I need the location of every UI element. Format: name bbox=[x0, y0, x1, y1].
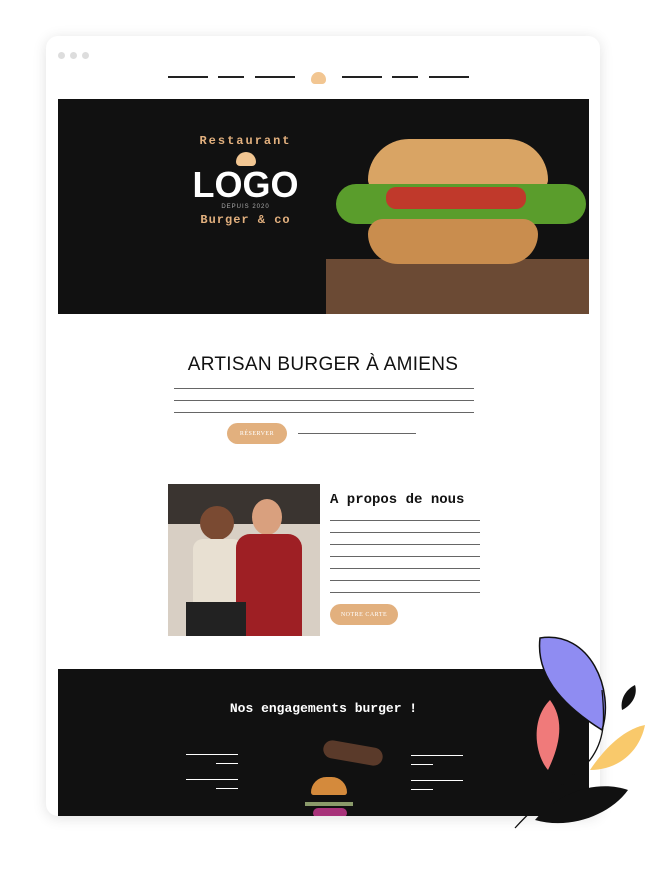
text-line bbox=[174, 388, 474, 389]
page-title: ARTISAN BURGER À AMIENS bbox=[187, 354, 459, 375]
text-line bbox=[330, 520, 480, 521]
logo-bottom-text: Burger & co bbox=[200, 213, 291, 227]
logo-top-text: Restaurant bbox=[199, 134, 292, 148]
text-line bbox=[330, 580, 480, 581]
burger-photo bbox=[326, 99, 589, 314]
window-dot bbox=[82, 52, 89, 59]
menu-button[interactable]: NOTRE CARTE bbox=[330, 604, 398, 625]
team-photo bbox=[168, 484, 320, 636]
nav-item[interactable] bbox=[168, 76, 208, 78]
nav-item[interactable] bbox=[342, 76, 382, 78]
link-line[interactable] bbox=[298, 433, 416, 434]
nav-item[interactable] bbox=[429, 76, 469, 78]
text-line bbox=[330, 568, 480, 569]
restaurant-logo: Restaurant LOGO DEPUIS 2020 Burger & co bbox=[188, 134, 303, 279]
leaf-decoration-icon bbox=[514, 636, 645, 829]
nav-item[interactable] bbox=[218, 76, 244, 78]
window-dot bbox=[58, 52, 65, 59]
text-line bbox=[330, 544, 480, 545]
about-title: A propos de nous bbox=[330, 492, 465, 508]
reserve-button[interactable]: RÉSERVER bbox=[227, 423, 287, 444]
text-line bbox=[330, 592, 480, 593]
logo-main-text: LOGO bbox=[192, 164, 299, 205]
text-line bbox=[174, 400, 474, 401]
hand-burger-photo bbox=[283, 734, 393, 816]
nav-item[interactable] bbox=[392, 76, 418, 78]
window-dot bbox=[70, 52, 77, 59]
burger-logo-icon[interactable] bbox=[311, 72, 326, 84]
text-line bbox=[174, 412, 474, 413]
text-line bbox=[330, 556, 480, 557]
text-line bbox=[330, 532, 480, 533]
nav-item[interactable] bbox=[255, 76, 295, 78]
hero-banner: Restaurant LOGO DEPUIS 2020 Burger & co bbox=[58, 99, 589, 314]
